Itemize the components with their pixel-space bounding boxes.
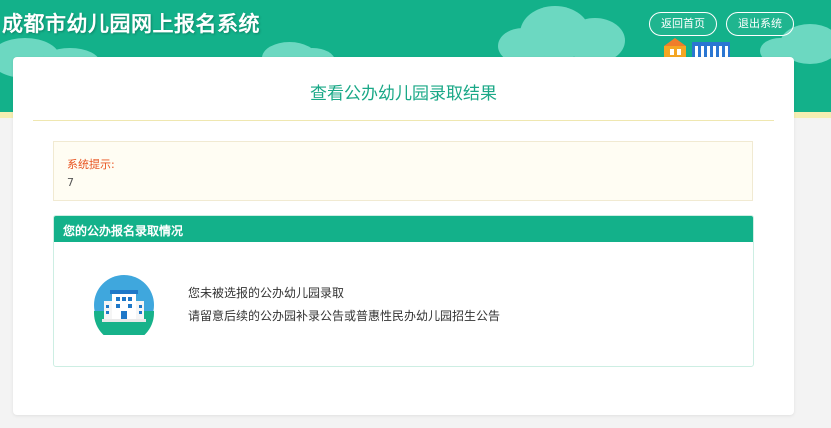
panel-header: 您的公办报名录取情况 — [54, 216, 753, 242]
page-title: 查看公办幼儿园录取结果 — [310, 84, 497, 104]
notice-value: 7 — [67, 176, 74, 189]
panel-title: 您的公办报名录取情况 — [63, 224, 184, 238]
title-divider — [33, 120, 774, 121]
site-title: 成都市幼儿园网上报名系统 — [2, 12, 260, 36]
result-message: 您未被选报的公办幼儿园录取 — [188, 286, 345, 300]
admission-result-panel: 您的公办报名录取情况 您未被选报的公办幼儿园录取 请留意后续的公办园补录公告或普… — [53, 215, 754, 367]
home-button[interactable]: 返回首页 — [649, 12, 717, 36]
notice-label: 系统提示: — [67, 158, 115, 171]
system-notice: 系统提示: 7 — [53, 141, 753, 201]
logout-button[interactable]: 退出系统 — [726, 12, 794, 36]
content-card: 查看公办幼儿园录取结果 系统提示: 7 您的公办报名录取情况 您未被选报的公办幼… — [13, 57, 794, 415]
result-advice: 请留意后续的公办园补录公告或普惠性民办幼儿园招生公告 — [188, 309, 501, 323]
school-building-icon — [94, 275, 154, 335]
